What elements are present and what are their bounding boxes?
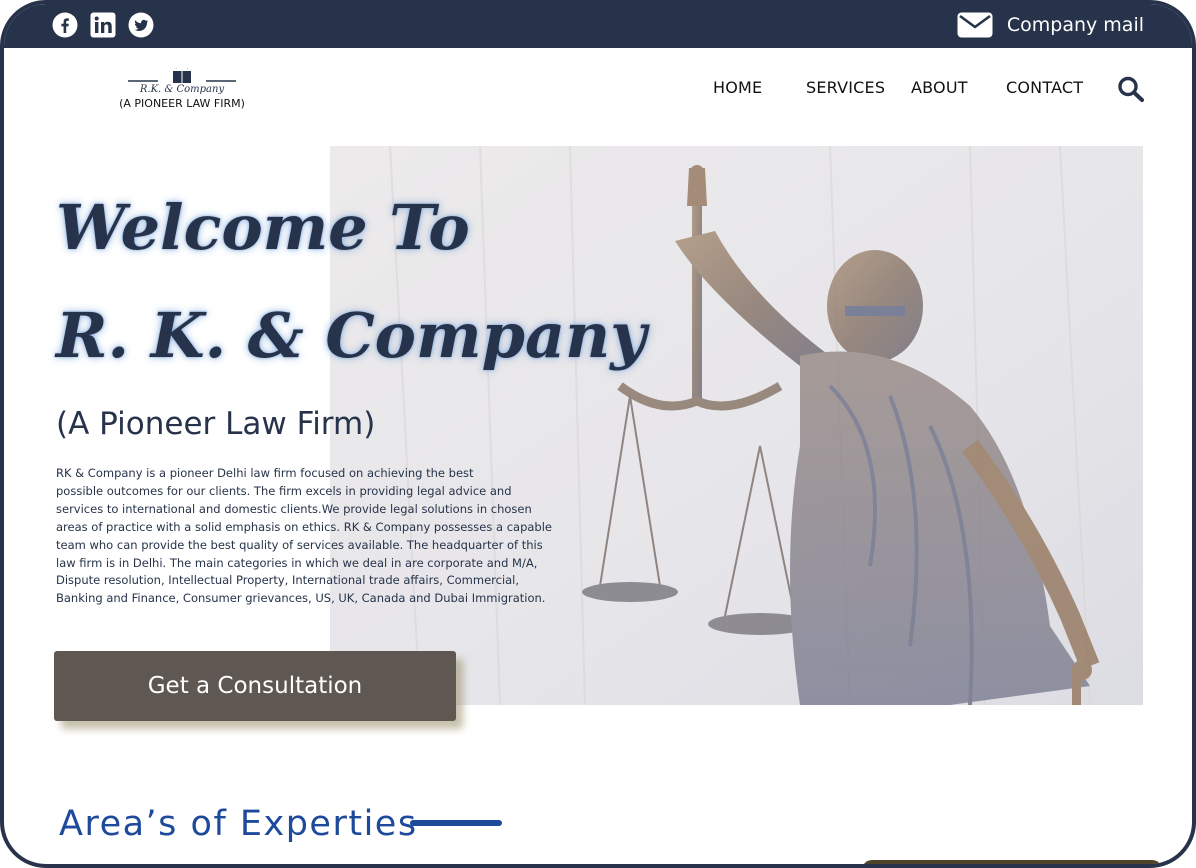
nav-about[interactable]: ABOUT <box>911 78 968 97</box>
description-line: law firm is in Delhi. The main categorie… <box>56 555 538 570</box>
description-line: Dispute resolution, Intellectual Propert… <box>56 573 520 588</box>
main-nav: HOME SERVICES ABOUT CONTACT <box>4 78 1192 102</box>
linkedin-icon[interactable] <box>90 12 116 38</box>
company-mail-link[interactable]: Company mail <box>957 12 1144 38</box>
expertise-heading: Area’s of Experties <box>59 804 418 844</box>
nav-home[interactable]: HOME <box>713 78 762 97</box>
description-line: team who can provide the best quality of… <box>56 537 543 552</box>
decorative-bar <box>862 860 1162 864</box>
description-line: Banking and Finance, Consumer grievances… <box>56 591 546 606</box>
social-links <box>52 12 154 38</box>
envelope-icon <box>957 12 993 38</box>
hero-title: Welcome To R. K. & Company <box>56 174 646 390</box>
page-frame: Company mail R.K. & Company (A PIONEER L… <box>0 0 1196 868</box>
description-line: services to international and domestic c… <box>56 501 532 516</box>
facebook-icon[interactable] <box>52 12 78 38</box>
twitter-icon[interactable] <box>128 12 154 38</box>
company-mail-label: Company mail <box>1006 14 1144 36</box>
description-line: possible outcomes for our clients. The f… <box>56 483 512 498</box>
description-line: RK & Company is a pioneer Delhi law firm… <box>56 466 474 480</box>
top-bar: Company mail <box>4 4 1192 48</box>
nav-contact[interactable]: CONTACT <box>1006 78 1083 97</box>
get-consultation-button[interactable]: Get a Consultation <box>54 651 456 721</box>
nav-services[interactable]: SERVICES <box>806 78 885 97</box>
hero-tagline: (A Pioneer Law Firm) <box>56 406 376 442</box>
hero-title-line1: Welcome To <box>56 191 470 264</box>
hero-description: RK & Company is a pioneer Delhi law firm… <box>56 465 561 608</box>
hero-title-line2: R. K. & Company <box>56 299 647 372</box>
heading-underline <box>410 820 502 826</box>
description-line: areas of practice with a solid emphasis … <box>56 519 552 534</box>
search-icon[interactable] <box>1116 75 1146 103</box>
